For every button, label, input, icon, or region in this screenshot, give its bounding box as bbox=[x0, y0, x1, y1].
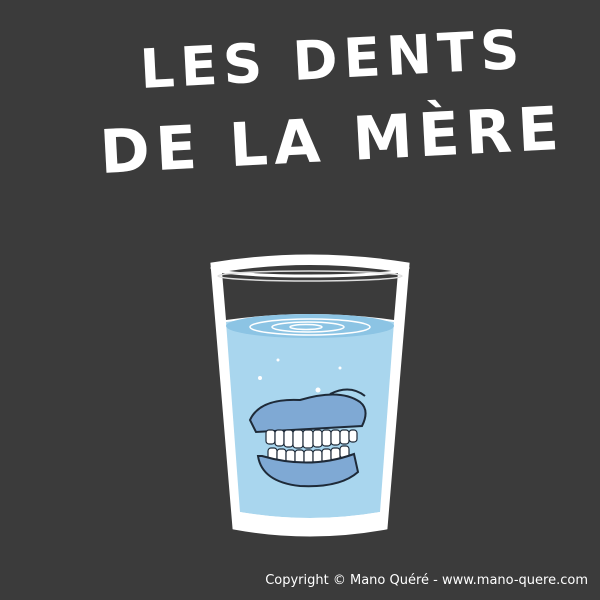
title-line-2: DE LA MÈRE bbox=[98, 93, 567, 188]
bubble bbox=[276, 358, 280, 362]
glass-with-dentures-illustration bbox=[200, 250, 420, 550]
title-line-1: LES DENTS bbox=[138, 17, 527, 101]
glass-of-water-with-dentures-icon bbox=[210, 254, 410, 537]
copyright-notice: Copyright © Mano Quéré - www.mano-quere.… bbox=[265, 573, 588, 588]
title-block: LES DENTS DE LA MÈRE bbox=[0, 0, 600, 230]
bubble bbox=[338, 366, 342, 370]
bubble bbox=[258, 376, 262, 380]
canvas: LES DENTS DE LA MÈRE Copyright © Mano Qu… bbox=[0, 0, 600, 600]
bubble bbox=[315, 387, 321, 393]
